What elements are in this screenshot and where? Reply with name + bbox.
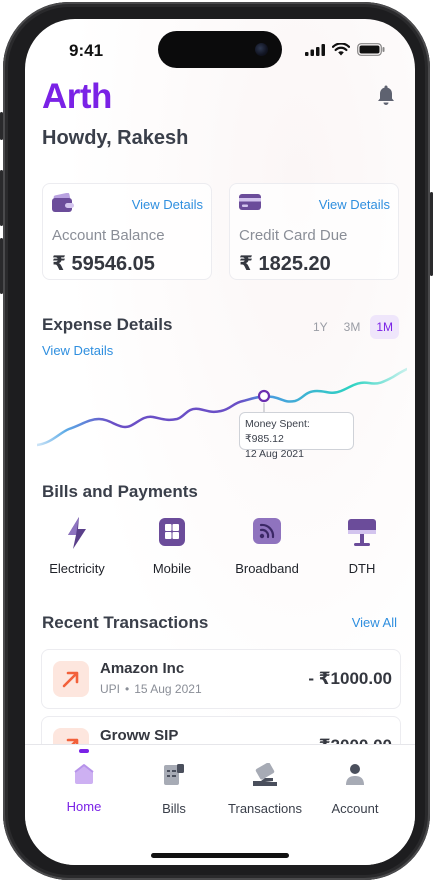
bell-icon[interactable]: [377, 84, 395, 111]
battery-icon: [357, 43, 385, 56]
transactions-title: Recent Transactions: [42, 613, 209, 632]
nav-label: Home: [66, 799, 102, 814]
side-button: [430, 192, 433, 276]
bill-label: Electricity: [49, 561, 105, 576]
transaction-name: Groww SIP: [100, 727, 179, 744]
app-screen: 9:41 Arth Howdy, Rakesh View Details Acc…: [25, 19, 415, 865]
dynamic-island: [158, 31, 282, 68]
status-time: 9:41: [69, 41, 104, 60]
dth-dish-icon: [317, 517, 407, 551]
bill-label: Broadband: [235, 561, 299, 576]
nav-account[interactable]: Account: [307, 763, 403, 816]
action-button: [0, 112, 3, 140]
bill-electricity[interactable]: Electricity: [32, 517, 122, 576]
mobile-icon: [127, 517, 217, 551]
volume-up-button: [0, 170, 3, 226]
transaction-meta: UPI • 15 Aug 2021: [100, 682, 202, 696]
bill-dth[interactable]: DTH: [317, 517, 407, 576]
lightning-icon: [32, 517, 122, 551]
transaction-name: Amazon Inc: [100, 660, 185, 677]
view-details-link[interactable]: View Details: [132, 197, 203, 212]
range-1m-button[interactable]: 1M: [370, 315, 399, 339]
bill-label: Mobile: [152, 561, 192, 576]
tooltip-money-spent: Money Spent: ₹985.12: [245, 418, 310, 445]
phone-frame: 9:41 Arth Howdy, Rakesh View Details Acc…: [0, 2, 433, 880]
range-1y-button[interactable]: 1Y: [307, 315, 334, 339]
range-selector: 1Y 3M 1M: [307, 315, 399, 339]
tooltip-date: 12 Aug 2021: [245, 448, 304, 460]
wallet-icon: [52, 192, 74, 218]
bills-title: Bills and Payments: [42, 482, 198, 501]
camera-icon: [255, 43, 268, 56]
arrow-up-right-icon: [53, 661, 89, 697]
credit-card-due-card[interactable]: View Details Credit Card Due ₹ 1825.20: [229, 183, 399, 280]
card-amount: ₹ 1825.20: [239, 253, 331, 275]
nav-label: Account: [331, 801, 379, 816]
bill-broadband[interactable]: Broadband: [222, 517, 312, 576]
card-label: Credit Card Due: [239, 227, 348, 244]
signal-icon: [305, 43, 325, 56]
broadband-icon: [222, 517, 312, 551]
account-balance-card[interactable]: View Details Account Balance ₹ 59546.05: [42, 183, 212, 280]
status-icons: [305, 43, 385, 56]
volume-down-button: [0, 238, 3, 294]
transactions-icon: [253, 762, 277, 786]
expense-view-details-link[interactable]: View Details: [42, 343, 113, 358]
range-3m-button[interactable]: 3M: [338, 315, 367, 339]
view-all-link[interactable]: View All: [352, 615, 397, 630]
credit-card-icon: [239, 193, 261, 216]
nav-home[interactable]: Home: [36, 763, 132, 814]
transaction-method: UPI: [100, 682, 121, 696]
bill-label: DTH: [348, 561, 376, 576]
bottom-nav: Home Bills Transactions Account: [25, 744, 415, 865]
chart-marker[interactable]: [257, 389, 271, 403]
card-amount: ₹ 59546.05: [52, 253, 155, 275]
nav-label: Transactions: [228, 801, 302, 816]
wifi-icon: [332, 43, 350, 56]
bill-mobile[interactable]: Mobile: [127, 517, 217, 576]
transaction-date: 15 Aug 2021: [134, 682, 202, 696]
transaction-amount: - ₹1000.00: [308, 669, 392, 688]
greeting-text: Howdy, Rakesh: [42, 127, 189, 149]
view-details-link[interactable]: View Details: [319, 197, 390, 212]
app-logo: Arth: [42, 77, 112, 116]
transaction-row[interactable]: Amazon Inc UPI • 15 Aug 2021 - ₹1000.00: [41, 649, 401, 709]
nav-bills[interactable]: Bills: [126, 763, 222, 816]
chart-tooltip: Money Spent: ₹985.12 12 Aug 2021: [239, 412, 354, 460]
home-indicator[interactable]: [151, 853, 289, 858]
bills-icon: [164, 764, 184, 785]
nav-label: Bills: [162, 801, 186, 816]
active-tab-indicator: [79, 749, 89, 753]
home-icon: [74, 764, 94, 784]
account-icon: [346, 764, 364, 785]
nav-transactions[interactable]: Transactions: [217, 762, 313, 816]
expense-title: Expense Details: [42, 315, 173, 334]
card-label: Account Balance: [52, 227, 165, 244]
